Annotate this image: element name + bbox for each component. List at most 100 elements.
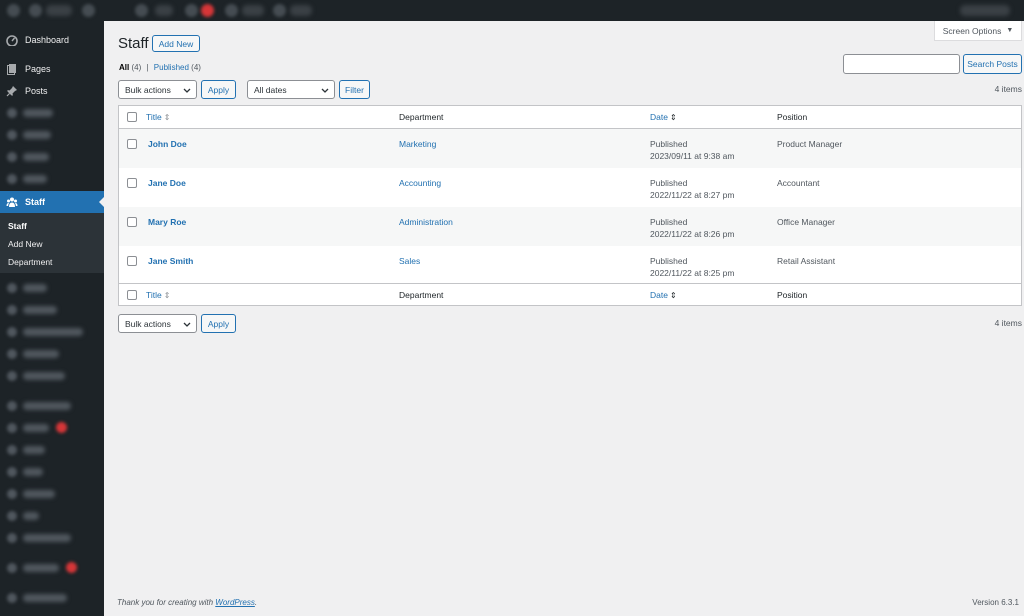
new-content-icon[interactable] xyxy=(135,4,148,17)
submenu-item-staff[interactable]: Staff xyxy=(8,221,27,231)
sort-icon: ⇕ xyxy=(163,291,171,300)
submenu-item-department[interactable]: Department xyxy=(8,257,52,267)
table-footer-row: Title ⇕ Department Date ⇕ Position xyxy=(119,284,1021,306)
column-date-header[interactable]: Date ⇕ xyxy=(650,112,677,122)
page-title: Staff xyxy=(118,35,149,52)
row-title-link[interactable]: Mary Roe xyxy=(148,217,186,227)
row-checkbox[interactable] xyxy=(127,256,137,266)
sidebar-item-pages[interactable]: Pages xyxy=(0,58,104,80)
row-department-link[interactable]: Sales xyxy=(399,256,420,266)
caret-down-icon: ▼ xyxy=(1006,27,1014,34)
row-status: Published xyxy=(650,256,688,266)
sidebar-item-blurred[interactable] xyxy=(0,321,104,343)
row-checkbox[interactable] xyxy=(127,178,137,188)
date-filter-label: All dates xyxy=(254,84,287,95)
wordpress-link[interactable]: WordPress xyxy=(215,598,255,607)
row-title-link[interactable]: Jane Smith xyxy=(148,256,193,266)
chevron-down-icon xyxy=(183,88,191,93)
sidebar-item-blurred[interactable] xyxy=(0,277,104,299)
view-all-count: (4) xyxy=(131,63,142,72)
sidebar-item-blurred[interactable] xyxy=(0,439,104,461)
sidebar-item-staff[interactable]: Staff xyxy=(0,191,104,213)
wordpress-logo-icon[interactable] xyxy=(7,4,20,17)
screen-options-button[interactable]: Screen Options ▼ xyxy=(934,21,1022,41)
dashboard-icon xyxy=(6,35,18,46)
staff-submenu: Staff Add New Department xyxy=(0,213,104,273)
home-icon[interactable] xyxy=(29,4,42,17)
row-status: Published xyxy=(650,178,688,188)
row-department-link[interactable]: Administration xyxy=(399,217,453,227)
row-title-link[interactable]: Jane Doe xyxy=(148,178,186,188)
view-published-link[interactable]: Published xyxy=(154,63,189,72)
row-checkbox[interactable] xyxy=(127,217,137,227)
submenu-item-add-new[interactable]: Add New xyxy=(8,239,43,249)
bulk-actions-select-bottom[interactable]: Bulk actions xyxy=(118,314,197,333)
sidebar-item-blurred[interactable] xyxy=(0,124,104,146)
seo-label-blurred xyxy=(242,5,264,16)
select-all-checkbox-bottom[interactable] xyxy=(127,290,137,300)
date-filter-select[interactable]: All dates xyxy=(247,80,335,99)
view-all-label[interactable]: All xyxy=(119,63,129,72)
sidebar-item-blurred[interactable] xyxy=(0,146,104,168)
apply-button-top[interactable]: Apply xyxy=(201,80,236,99)
admin-sidebar: Dashboard Pages Posts Staff Staff Add Ne… xyxy=(0,21,104,616)
sidebar-item-label: Posts xyxy=(25,86,48,96)
search-posts-button[interactable]: Search Posts xyxy=(963,54,1022,74)
row-status: Published xyxy=(650,139,688,149)
sidebar-item-label: Staff xyxy=(25,197,45,207)
sidebar-item-blurred[interactable] xyxy=(0,461,104,483)
sidebar-item-blurred[interactable] xyxy=(0,299,104,321)
user-greeting-blurred[interactable] xyxy=(960,5,1010,16)
search-input[interactable] xyxy=(843,54,960,74)
sidebar-item-blurred[interactable] xyxy=(0,483,104,505)
column-date-footer[interactable]: Date ⇕ xyxy=(650,290,677,300)
items-count-top: 4 items xyxy=(994,84,1022,94)
sidebar-item-posts[interactable]: Posts xyxy=(0,80,104,102)
notification-badge xyxy=(201,4,214,17)
sidebar-item-blurred[interactable] xyxy=(0,102,104,124)
column-title-header[interactable]: Title ⇕ xyxy=(146,112,170,122)
screen-options-label: Screen Options xyxy=(942,25,1002,36)
cache-icon[interactable] xyxy=(273,4,286,17)
row-position: Retail Assistant xyxy=(777,256,836,266)
updates-icon[interactable] xyxy=(82,4,95,17)
bulk-actions-label: Bulk actions xyxy=(125,318,171,329)
column-position-header: Position xyxy=(777,112,808,122)
sidebar-item-blurred[interactable] xyxy=(0,557,104,579)
row-position: Office Manager xyxy=(777,217,835,227)
row-department-link[interactable]: Accounting xyxy=(399,178,441,188)
chevron-down-icon xyxy=(321,88,329,93)
sidebar-item-blurred[interactable] xyxy=(0,168,104,190)
sidebar-item-blurred[interactable] xyxy=(0,505,104,527)
sidebar-item-blurred[interactable] xyxy=(0,343,104,365)
table-header-row: Title ⇕ Department Date ⇕ Position xyxy=(119,106,1021,129)
sort-icon: ⇕ xyxy=(163,113,171,122)
sidebar-item-blurred[interactable] xyxy=(0,587,104,609)
table-row: Jane Smith Sales Published 2022/11/22 at… xyxy=(119,246,1021,284)
apply-button-bottom[interactable]: Apply xyxy=(201,314,236,333)
groups-icon xyxy=(6,197,18,207)
row-checkbox[interactable] xyxy=(127,139,137,149)
table-row: Jane Doe Accounting Published 2022/11/22… xyxy=(119,168,1021,207)
sidebar-item-blurred[interactable] xyxy=(0,417,104,439)
row-title-link[interactable]: John Doe xyxy=(148,139,187,149)
column-title-footer[interactable]: Title ⇕ xyxy=(146,290,170,300)
sidebar-item-dashboard[interactable]: Dashboard xyxy=(0,29,104,51)
select-all-checkbox[interactable] xyxy=(127,112,137,122)
row-status: Published xyxy=(650,217,688,227)
bulk-actions-select-top[interactable]: Bulk actions xyxy=(118,80,197,99)
sidebar-item-blurred[interactable] xyxy=(0,395,104,417)
column-department-header: Department xyxy=(399,112,444,122)
site-name-blurred[interactable] xyxy=(46,5,72,16)
filter-button[interactable]: Filter xyxy=(339,80,370,99)
post-status-views: All (4) | Published (4) xyxy=(119,63,201,72)
sidebar-item-blurred[interactable] xyxy=(0,527,104,549)
sidebar-item-label: Dashboard xyxy=(25,35,70,45)
sidebar-item-blurred[interactable] xyxy=(0,365,104,387)
row-department-link[interactable]: Marketing xyxy=(399,139,436,149)
plugin-icon[interactable] xyxy=(185,4,198,17)
seo-icon[interactable] xyxy=(225,4,238,17)
add-new-button[interactable]: Add New xyxy=(152,35,200,52)
bulk-actions-label: Bulk actions xyxy=(125,84,171,95)
row-position: Product Manager xyxy=(777,139,843,149)
